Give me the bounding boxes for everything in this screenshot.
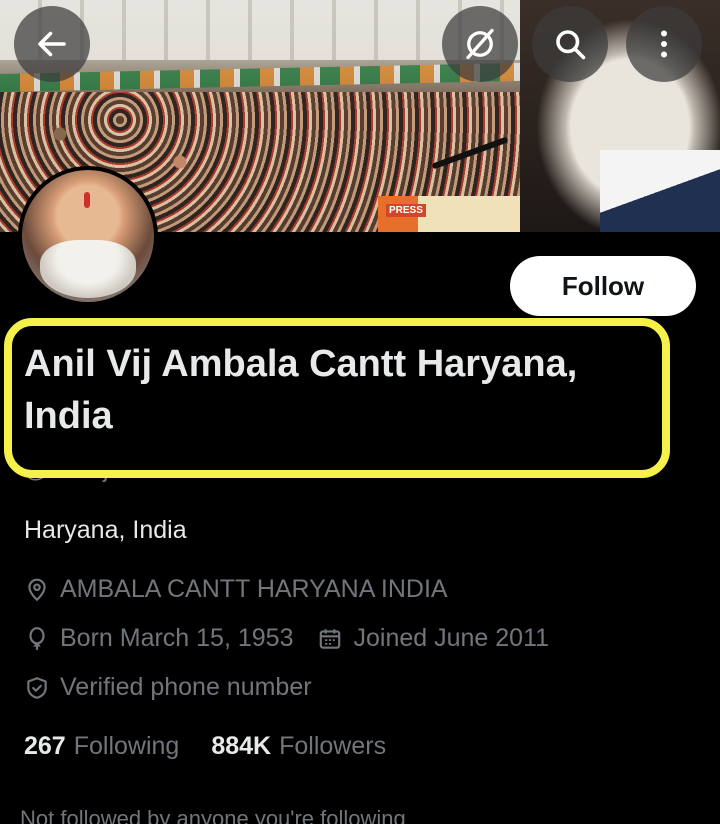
more-options-button[interactable] <box>626 6 702 82</box>
profile-bio: Haryana, India <box>24 516 187 544</box>
verified-text: Verified phone number <box>60 673 312 701</box>
balloon-icon <box>29 626 45 650</box>
not-followed-text: Not followed by anyone you're following <box>20 806 406 824</box>
profile-display-name: Anil Vij Ambala Cantt Haryana, India <box>24 343 578 437</box>
following-count: 267 <box>24 732 66 760</box>
birthday-text: Born March 15, 1953 <box>60 624 294 652</box>
more-vertical-icon <box>661 30 667 58</box>
shield-check-icon <box>27 676 47 699</box>
avatar[interactable] <box>18 166 158 306</box>
following-label: Following <box>73 732 180 760</box>
followers-stat[interactable]: 884K Followers <box>211 732 386 761</box>
avatar-beard <box>40 240 136 298</box>
banner-speaker-shirt <box>600 150 720 232</box>
back-button[interactable] <box>14 6 90 82</box>
followers-label: Followers <box>279 732 387 760</box>
grok-slash-icon <box>466 28 494 60</box>
joined-text: Joined June 2011 <box>353 624 550 652</box>
dates-row: Born March 15, 1953 Joined June 2011 <box>24 624 549 653</box>
following-stat[interactable]: 267 Following <box>24 732 179 761</box>
followers-count: 884K <box>211 732 272 760</box>
avatar-photo <box>22 170 154 302</box>
joined-item: Joined June 2011 <box>317 624 549 653</box>
location-row: AMBALA CANTT HARYANA INDIA <box>24 575 448 604</box>
grok-button[interactable] <box>442 6 518 82</box>
verified-row: Verified phone number <box>24 673 312 702</box>
location-text: AMBALA CANTT HARYANA INDIA <box>60 575 448 603</box>
search-button[interactable] <box>532 6 608 82</box>
follow-button[interactable]: Follow <box>510 256 696 316</box>
location-pin-icon <box>28 578 46 601</box>
follow-stats: 267 Following 884K Followers <box>24 732 418 761</box>
banner-press-sign: PRESS <box>386 204 426 217</box>
avatar-tilak <box>84 192 90 208</box>
search-icon <box>556 30 586 60</box>
birthday-item: Born March 15, 1953 <box>24 624 293 653</box>
arrow-left-icon <box>38 31 66 57</box>
calendar-icon <box>320 628 341 649</box>
